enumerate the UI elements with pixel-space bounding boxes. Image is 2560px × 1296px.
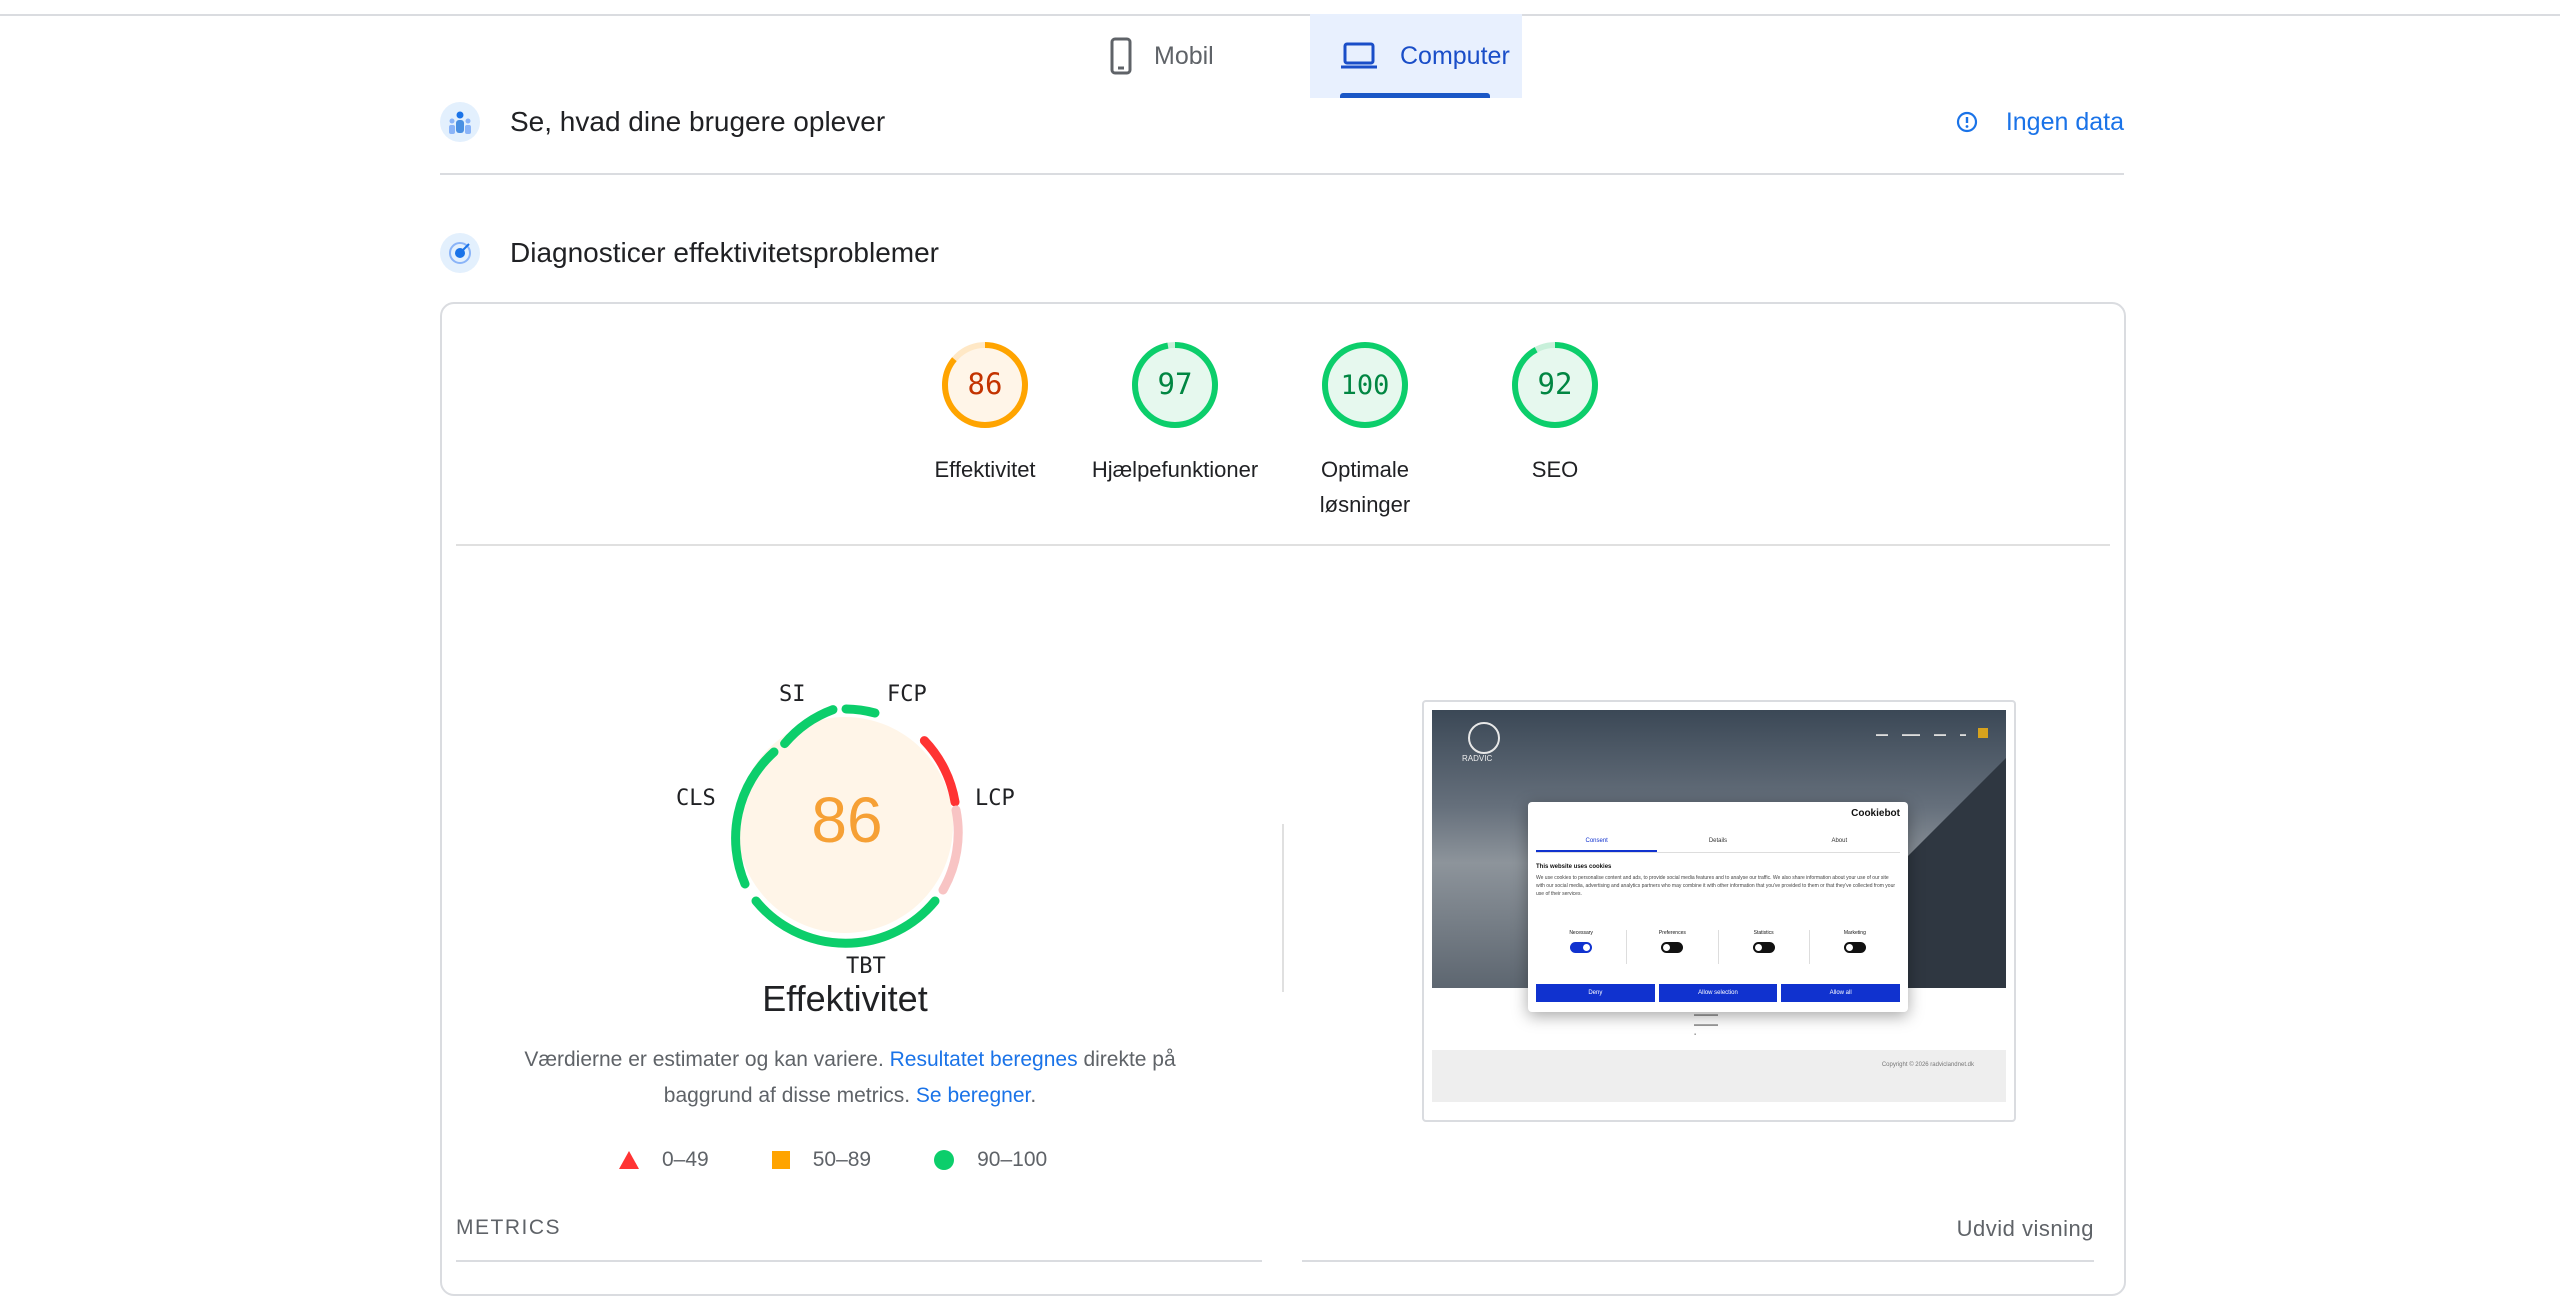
see-calculator-link[interactable]: Se beregner	[916, 1084, 1030, 1107]
cookie-toggle-label: Statistics	[1753, 930, 1774, 936]
diagnose-icon	[440, 233, 480, 273]
tab-desktop[interactable]: Computer	[1310, 14, 1522, 98]
note-text: .	[1030, 1084, 1037, 1107]
laptop-icon	[1340, 42, 1378, 70]
linkedin-icon	[1978, 728, 1988, 738]
gauge-ring: 100	[1322, 342, 1408, 428]
lab-data-header: Diagnosticer effektivitetsproblemer	[440, 231, 2124, 275]
metrics-heading: METRICS	[456, 1216, 561, 1239]
card-divider	[456, 544, 2110, 546]
gauge-ring: 97	[1132, 342, 1218, 428]
legend-range: 50–89	[812, 1148, 872, 1171]
site-logo-icon	[1468, 722, 1500, 754]
category-gauge-best-practices[interactable]: 100 Optimale løsninger	[1280, 340, 1450, 522]
smartphone-icon	[1110, 37, 1132, 75]
site-nav: ▬▬ ▬▬▬ ▬▬ ▬	[1876, 732, 1966, 738]
gauge-ring: 86	[942, 342, 1028, 428]
cookie-tab: Consent	[1536, 838, 1658, 852]
cookie-tabs: Consent Details About	[1536, 838, 1900, 853]
site-footer	[1432, 1050, 2006, 1102]
final-screenshot[interactable]: RADVIC ▬▬ ▬▬▬ ▬▬ ▬ ▬▬▬▬ ▬▬▬▬ ▪ Copyright © 20…	[1422, 700, 2016, 1122]
tab-mobile[interactable]: Mobil	[1070, 14, 1310, 98]
tab-desktop-label: Computer	[1400, 41, 1510, 70]
category-gauge-accessibility[interactable]: 97 Hjælpefunktioner	[1090, 340, 1260, 522]
active-tab-indicator	[1340, 93, 1490, 98]
site-logo-text: RADVIC	[1462, 754, 1493, 763]
category-scores: 86 Effektivitet 97 Hjælpefunktioner 100 …	[900, 340, 1640, 522]
performance-score: 86	[811, 784, 882, 856]
performance-gauge-title: Effektivitet	[762, 978, 928, 1019]
cookie-toggles: Necessary Preferences Statistics Marketi…	[1536, 930, 1900, 964]
score-calculation-link[interactable]: Resultatet beregnes	[890, 1048, 1078, 1071]
cookie-tab: About	[1831, 838, 1848, 844]
legend-range: 0–49	[662, 1148, 709, 1171]
legend-item-pass: 90–100	[933, 1148, 1047, 1172]
category-label: Hjælpefunktioner	[1091, 457, 1259, 482]
cookie-button: Deny	[1536, 984, 1655, 1002]
metrics-divider	[456, 1260, 1262, 1262]
red-triangle-icon	[618, 1150, 640, 1170]
category-label: Effektivitet	[934, 457, 1036, 482]
tab-mobile-label: Mobil	[1154, 41, 1214, 70]
performance-gauge: 86	[731, 704, 963, 948]
cookie-toggle-label: Preferences	[1658, 930, 1686, 936]
toggle-switch	[1661, 942, 1684, 953]
green-circle-icon	[933, 1149, 955, 1171]
cookie-toggle-label: Marketing	[1843, 930, 1866, 936]
cookiebot-logo: Cookiebot	[1851, 808, 1900, 819]
legend-item-average: 50–89	[771, 1148, 871, 1172]
note-text: Værdierne er estimater og kan variere.	[524, 1048, 890, 1071]
gauge-score: 100	[1341, 370, 1390, 401]
cookie-body: We use cookies to personalise content an…	[1536, 875, 1896, 897]
fcp-arc	[841, 704, 880, 718]
category-gauge-performance[interactable]: 86 Effektivitet	[900, 340, 1070, 522]
field-data-header: Se, hvad dine brugere oplever Ingen data	[440, 100, 2124, 144]
si-label: SI	[779, 682, 806, 707]
category-label: Optimale løsninger	[1319, 457, 1411, 517]
gauge-score: 92	[1538, 367, 1573, 401]
legend-item-fail: 0–49	[618, 1148, 709, 1172]
lcp-label: LCP	[975, 786, 1015, 811]
tbt-label: TBT	[846, 954, 886, 979]
toggle-switch	[1843, 942, 1866, 953]
legend-range: 90–100	[977, 1148, 1048, 1171]
toggle-switch	[1752, 942, 1775, 953]
gauge-score: 86	[968, 367, 1003, 401]
cls-label: CLS	[676, 786, 716, 811]
cookie-toggle: Statistics	[1719, 930, 1810, 964]
cookie-toggle: Preferences	[1627, 930, 1719, 964]
category-gauge-seo[interactable]: 92 SEO	[1470, 340, 1640, 522]
users-icon	[440, 102, 480, 142]
fcp-label: FCP	[887, 682, 927, 707]
no-data-link[interactable]: Ingen data	[1956, 108, 2124, 137]
device-tabs: Mobil Computer	[1070, 14, 1522, 98]
site-copyright: Copyright © 2026 radviclandnet.dk	[1881, 1062, 1974, 1068]
cookie-button: Allow selection	[1658, 984, 1778, 1002]
vertical-separator	[1282, 824, 1284, 992]
cookie-dialog: Cookiebot Consent Details About This web…	[1528, 802, 1908, 1012]
site-footer-text: ▬▬▬▬ ▬▬▬▬ ▪	[1694, 1012, 1718, 1038]
toggle-switch	[1570, 942, 1593, 953]
score-legend: 0–49 50–89 90–100	[618, 1148, 1109, 1172]
cookie-button: Allow all	[1781, 984, 1901, 1002]
category-label: SEO	[1531, 457, 1579, 482]
cookie-toggle: Marketing	[1810, 930, 1900, 964]
metrics-divider	[1302, 1260, 2094, 1262]
gauge-ring: 92	[1512, 342, 1598, 428]
gauge-score: 97	[1158, 367, 1193, 401]
estimate-note: Værdierne er estimater og kan variere. R…	[480, 1042, 1220, 1114]
cookie-buttons: Deny Allow selection Allow all	[1536, 984, 1901, 1002]
info-icon	[1956, 111, 1978, 133]
section-divider	[440, 173, 2124, 175]
cookie-tab: Details	[1708, 838, 1728, 844]
lab-data-title: Diagnosticer effektivitetsproblemer	[510, 237, 940, 268]
cookie-toggle-label: Necessary	[1569, 930, 1593, 936]
cookie-toggle: Necessary	[1536, 930, 1628, 964]
no-data-label: Ingen data	[2005, 107, 2124, 136]
cookie-heading: This website uses cookies	[1536, 864, 1612, 870]
field-data-title: Se, hvad dine brugere oplever	[510, 106, 886, 137]
expand-view-toggle[interactable]: Udvid visning	[1957, 1216, 2094, 1242]
orange-square-icon	[771, 1150, 791, 1170]
